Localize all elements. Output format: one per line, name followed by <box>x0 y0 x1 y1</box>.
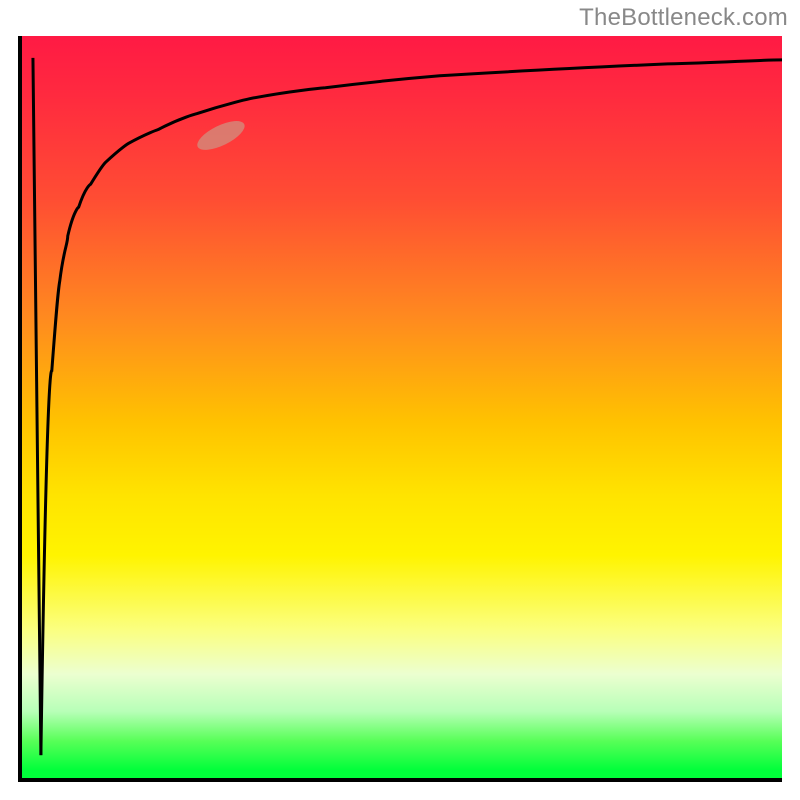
chart-container: TheBottleneck.com <box>0 0 800 800</box>
attribution-text: TheBottleneck.com <box>579 4 788 32</box>
initial-drop-line <box>33 58 41 755</box>
plot-area <box>18 36 782 782</box>
marker-pill <box>193 115 248 156</box>
curve-layer <box>22 36 782 778</box>
bottleneck-curve-line <box>41 60 782 755</box>
